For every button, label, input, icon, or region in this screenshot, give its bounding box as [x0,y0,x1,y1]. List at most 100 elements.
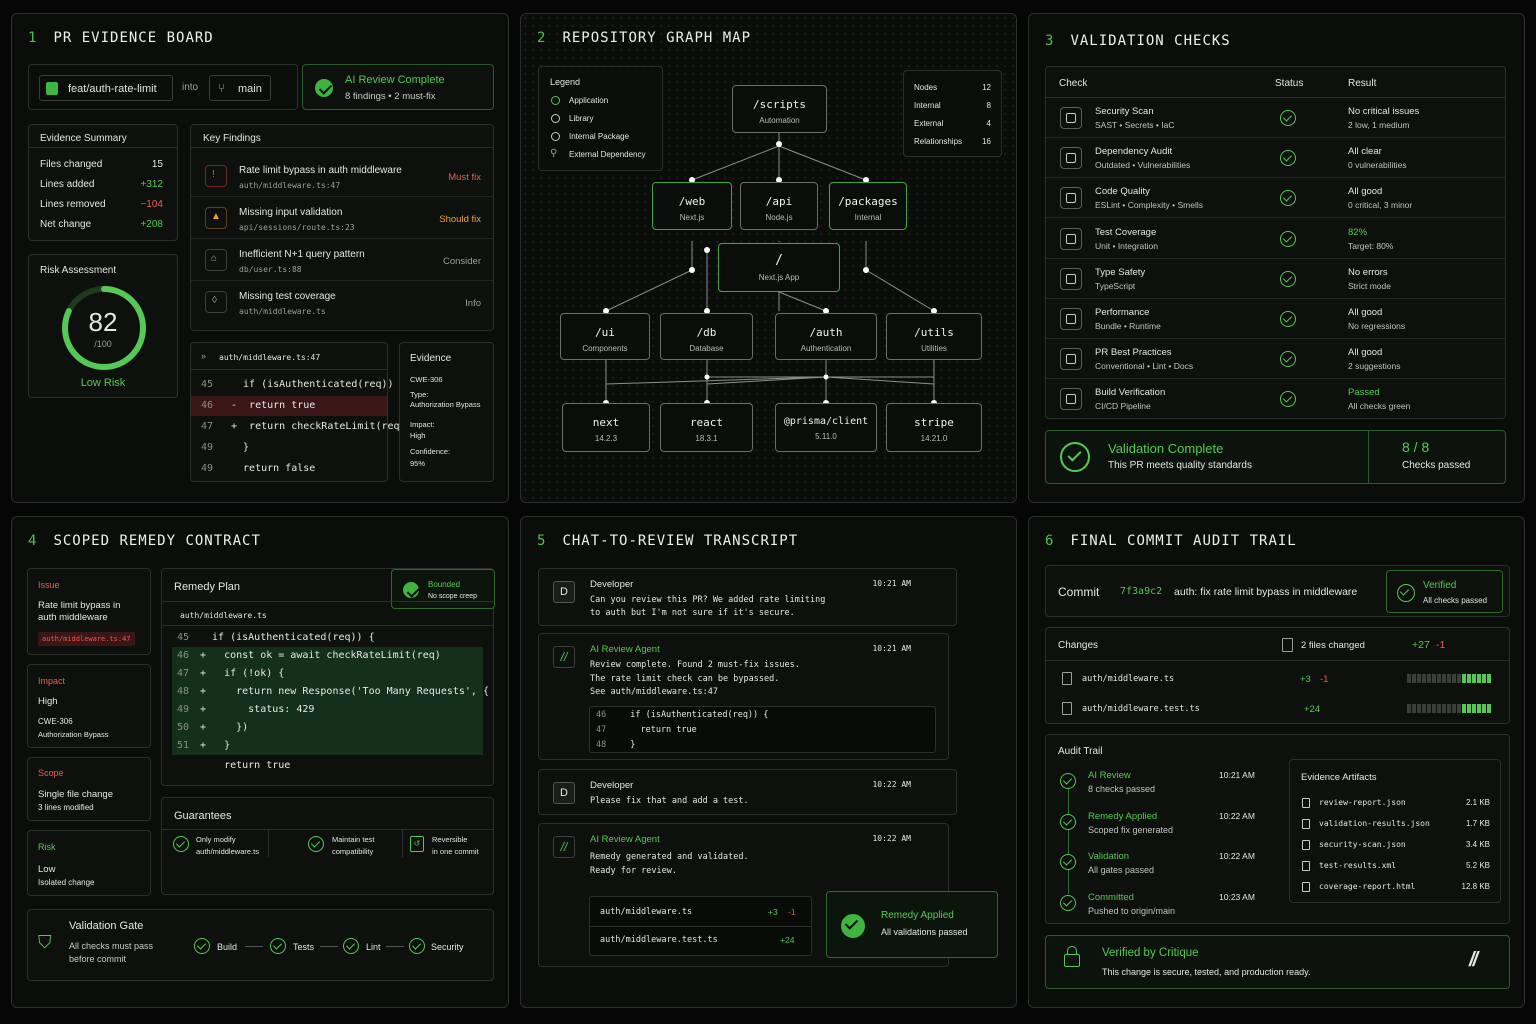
graph-node-next[interactable]: next 14.2.3 [562,403,650,452]
audit-item-title: AI Review [1088,770,1131,781]
commit-hash[interactable]: 7f3a9c2 [1120,586,1162,597]
practices-icon [1060,348,1082,371]
check-row[interactable]: Build Verification CI/CD Pipeline Passed Al… [1046,379,1505,419]
code-line-added: 46 + const ok = await checkRateLimit(req) [172,647,483,665]
check-row[interactable]: Code Quality ESLint • Complexity • Smells… [1046,178,1505,219]
check-icon [403,582,419,598]
graph-node-scripts[interactable]: /scripts Automation [732,85,827,133]
graph-node-packages[interactable]: /packages Internal [829,182,907,230]
graph-node-react[interactable]: react 18.3.1 [660,403,753,452]
check-title: Test Coverage [1095,226,1157,238]
avatar: D [553,782,575,804]
artifact-name: test-results.xml [1319,861,1397,870]
graph-node-ui[interactable]: /ui Components [560,313,650,360]
message-time: 10:21 AM [872,644,911,653]
check-sub: TypeScript [1095,280,1136,291]
risk-sub: Isolated change [38,878,95,887]
check-icon [1280,190,1296,207]
base-chip[interactable]: ⑂ main [209,75,271,101]
audit-item-time: 10:23 AM [1219,891,1255,902]
artifact-item[interactable]: security-scan.json 3.4 KB [1290,837,1500,857]
audit-item-time: 10:22 AM [1219,851,1255,861]
audit-item: Committed Pushed to origin/main 10:23 AM [1046,887,1286,927]
finding-item[interactable]: ! Rate limit bypass in auth middleware a… [191,155,493,197]
file-icon [1302,882,1310,892]
guarantee-sub: in one commit [432,847,479,856]
summary-key: Lines added [40,179,95,190]
check-row[interactable]: Performance Bundle • Runtime All good No re… [1046,299,1505,339]
branch-chip[interactable]: feat/auth-rate-limit [39,75,173,101]
check-title: Build Verification [1095,387,1166,399]
panel-title: 3 VALIDATION CHECKS [1045,33,1231,49]
check-result: No errors [1348,266,1388,278]
audit-item-time: 10:22 AM [1219,810,1255,821]
file-name[interactable]: auth/middleware.test.ts [600,935,718,945]
message-time: 10:22 AM [872,780,911,789]
shield-icon: ⛉ [38,932,52,952]
risk-card: Risk Low Isolated change [27,830,151,896]
check-row[interactable]: Type Safety TypeScript No errors Strict mod… [1046,259,1505,299]
code-line: 45 if (isAuthenticated(req)) { [177,632,375,643]
file-name: auth/middleware.test.ts [1082,704,1200,714]
lock-shackle [1067,946,1077,955]
finding-item[interactable]: ▲ Missing input validation api/sessions/… [191,197,493,239]
file-name[interactable]: auth/middleware.ts [600,907,692,917]
impact-level: High [38,696,58,707]
graph-node-utils[interactable]: /utils Utilities [886,313,982,360]
impact-card: Impact High CWE-306 Authorization Bypass [27,664,151,748]
check-icon [409,938,425,954]
check-row[interactable]: Dependency Audit Outdated • Vulnerabiliti… [1046,138,1505,179]
commit-bar: Commit 7f3a9c2 auth: fix rate limit bypa… [1045,565,1510,617]
check-sub: SAST • Secrets • IaC [1095,120,1175,130]
finding-item[interactable]: ◊ Missing test coverage auth/middleware.… [191,281,493,323]
type-safety-icon [1060,267,1082,290]
code-line-added: 49 + status: 429 [172,701,483,719]
alert-icon: ! [205,165,227,187]
file-additions: +24 [780,935,795,945]
check-title: PR Best Practices [1095,347,1172,359]
finding-tag: Consider [442,256,481,267]
guarantees: Guarantees Only modify auth/middleware.t… [161,797,494,895]
code-line-added: 47 + return checkRateLimit(req) [201,421,406,432]
check-result-sub: Strict mode [1348,280,1391,291]
check-title: Dependency Audit [1095,146,1173,158]
reversible-icon: ↺ [410,836,424,852]
evidence-type-value: Authorization Bypass [410,400,481,409]
finding-item[interactable]: ⌂ Inefficient N+1 query pattern db/user.… [191,239,493,281]
into-label: into [182,82,199,93]
artifact-item[interactable]: test-results.xml 5.2 KB [1290,858,1500,878]
changes: Changes 2 files changed +27 -1 auth/midd… [1045,627,1510,724]
gate-step: Lint [366,942,381,952]
graph-node-web[interactable]: /web Next.js [652,182,732,230]
check-row[interactable]: Test Coverage Unit • Integration 82% Target… [1046,219,1505,259]
check-icon [1060,894,1076,911]
artifact-item[interactable]: review-report.json 2.1 KB [1290,795,1500,815]
gate-step: Security [431,942,464,952]
graph-node-db[interactable]: /db Database [660,313,753,360]
file-row[interactable]: auth/middleware.ts +3 -1 [1046,666,1509,694]
risk-title: Risk Assessment [40,265,117,276]
check-title: Performance [1095,307,1150,318]
graph-node-stripe[interactable]: stripe 14.21.0 [886,403,982,452]
file-row[interactable]: auth/middleware.test.ts +24 [1046,696,1509,724]
check-result: All good [1348,186,1383,198]
check-row[interactable]: Security Scan SAST • Secrets • IaC No crit… [1046,98,1505,138]
check-icon [1280,391,1296,408]
evidence-summary: Evidence Summary Files changed 15 Lines a… [28,124,178,241]
performance-icon [1060,308,1082,330]
graph-node-root[interactable]: / Next.js App [718,243,840,292]
artifact-size: 1.7 KB [1465,819,1490,828]
artifact-item[interactable]: validation-results.json 1.7 KB [1290,816,1500,836]
finding-file: auth/middleware.ts [239,307,326,316]
check-row[interactable]: PR Best Practices Conventional • Lint • D… [1046,339,1505,380]
files-changed: 2 files changed [1301,640,1365,651]
check-icon [343,938,359,954]
graph-node-api[interactable]: /api Node.js [740,182,818,230]
check-result-sub: 2 suggestions [1348,361,1401,372]
message-time: 10:21 AM [872,579,911,588]
graph-node-auth[interactable]: /auth Authentication [775,313,877,360]
summary-key: Lines removed [40,199,106,210]
dependency-icon [1060,147,1082,170]
graph-node-prisma[interactable]: @prisma/client 5.11.0 [775,403,877,452]
artifact-item[interactable]: coverage-report.html 12.8 KB [1290,879,1500,899]
